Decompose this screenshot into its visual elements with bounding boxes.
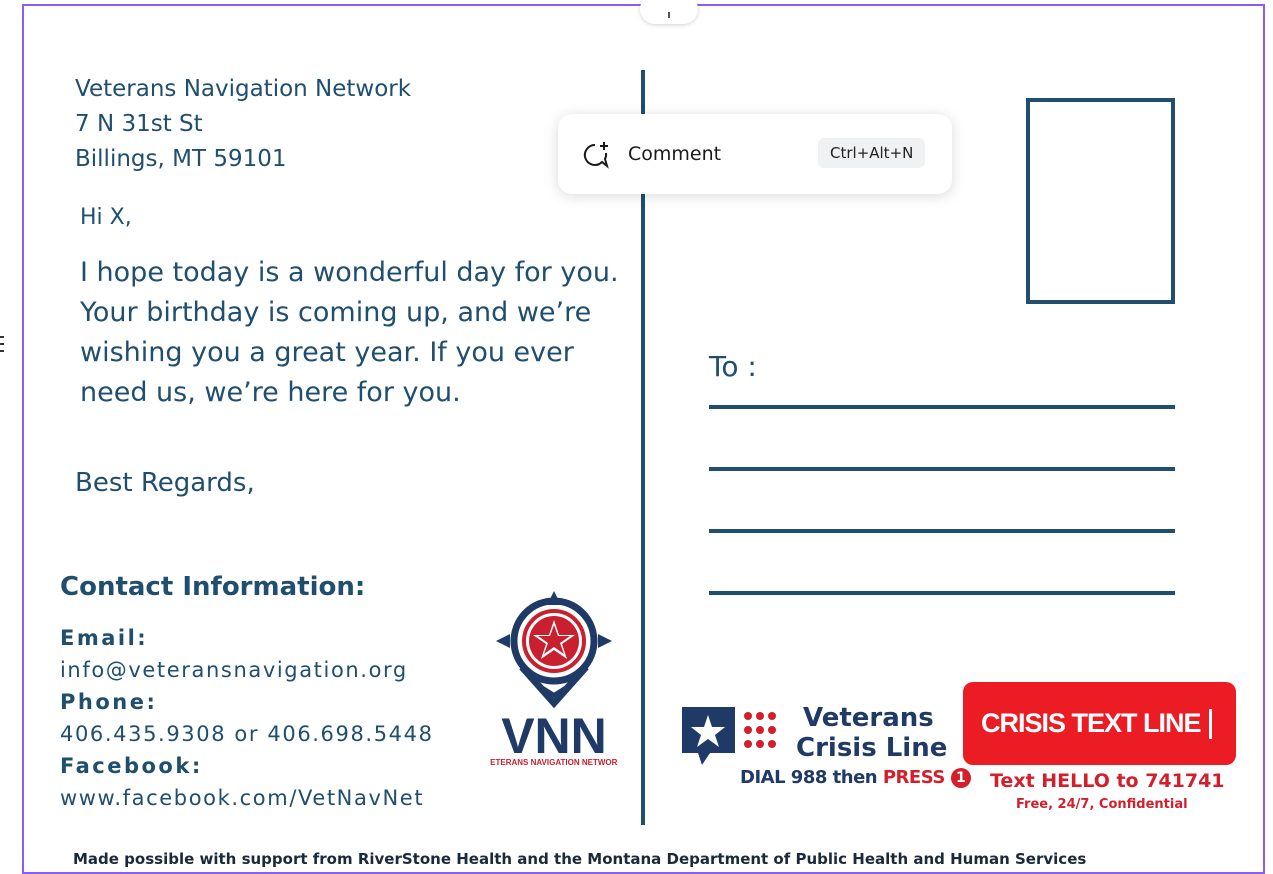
sender-line-1: Veterans Navigation Network (75, 76, 412, 102)
vnn-logo[interactable]: VNN VETERANS NAVIGATION NETWORK (490, 585, 618, 770)
stamp-box[interactable] (1026, 98, 1175, 304)
email-value: info@veteransnavigation.org (60, 658, 408, 682)
text-cursor (1208, 708, 1212, 739)
comment-label: Comment (628, 143, 722, 165)
vcl-dial-text: DIAL 988 then PRESS 1 (740, 767, 971, 788)
crisis-text-sub[interactable]: Free, 24/7, Confidential (1016, 797, 1188, 812)
vnn-subtitle: VETERANS NAVIGATION NETWORK (490, 758, 618, 767)
address-line-2 (709, 467, 1175, 471)
crisis-text-line-banner[interactable]: CRISIS TEXT LINE (963, 682, 1236, 765)
vcl-flag-icon (682, 707, 740, 765)
add-comment-icon (583, 142, 609, 169)
vcl-title-2: Crisis Line (796, 733, 948, 763)
address-line-1 (709, 405, 1175, 409)
contact-info[interactable]: Email: info@veteransnavigation.org Phone… (60, 622, 434, 814)
facebook-value: www.facebook.com/VetNavNet (60, 786, 425, 810)
vcl-press-number-badge: 1 (950, 768, 971, 788)
side-resize-handle[interactable] (0, 336, 4, 366)
sender-address[interactable]: Veterans Navigation Network 7 N 31st St … (75, 72, 411, 177)
address-line-3 (709, 529, 1175, 533)
phone-value: 406.435.9308 or 406.698.5448 (60, 722, 434, 746)
sender-line-2: 7 N 31st St (75, 111, 203, 137)
phone-label: Phone: (60, 690, 158, 714)
vcl-title-1: Veterans (803, 703, 934, 733)
facebook-label: Facebook: (60, 754, 203, 778)
compass-star-icon (496, 591, 612, 709)
greeting-text[interactable]: Hi X, (80, 205, 132, 230)
crisis-text-line-title: CRISIS TEXT LINE (981, 708, 1202, 738)
signoff-text[interactable]: Best Regards, (75, 468, 255, 498)
vnn-letters: VNN (501, 708, 607, 764)
crisis-text-sms[interactable]: Text HELLO to 741741 (990, 770, 1225, 792)
email-label: Email: (60, 626, 149, 650)
footer-credit[interactable]: Made possible with support from RiverSto… (73, 850, 1086, 868)
canvas-top-handle[interactable] (640, 0, 698, 24)
vcl-dial-part1: DIAL 988 then (740, 767, 883, 788)
comment-popup[interactable]: Comment Ctrl+Alt+N (558, 114, 952, 194)
vcl-dial-press: PRESS (882, 767, 945, 788)
vcl-dots-icon (744, 712, 776, 748)
contact-title[interactable]: Contact Information: (60, 572, 365, 602)
address-line-4 (709, 591, 1175, 595)
to-label[interactable]: To : (709, 350, 757, 383)
message-body[interactable]: I hope today is a wonderful day for you.… (80, 253, 625, 413)
comment-shortcut: Ctrl+Alt+N (818, 138, 926, 168)
sender-line-3: Billings, MT 59101 (75, 146, 287, 172)
